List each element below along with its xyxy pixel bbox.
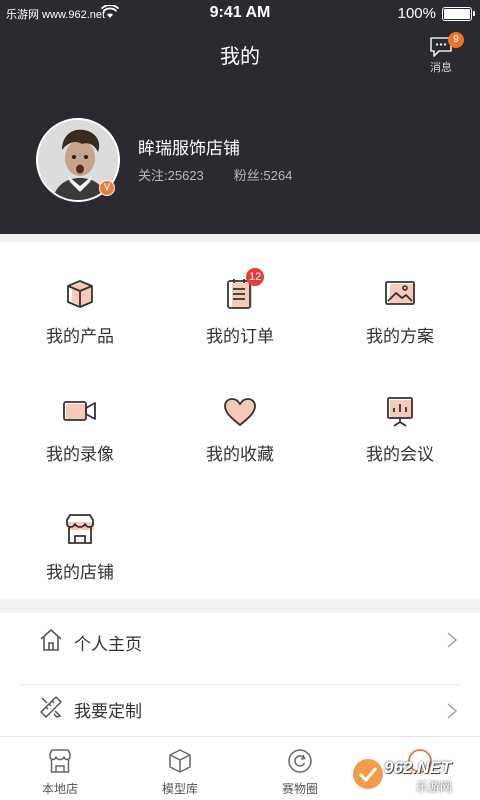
messages-label: 消息 xyxy=(430,62,452,74)
image-icon xyxy=(385,281,415,305)
cube-icon xyxy=(169,749,191,773)
follow-label: 关注: xyxy=(138,168,168,183)
grid-label-meetings: 我的会议 xyxy=(366,445,434,464)
shop-name: 眸瑞服饰店铺 xyxy=(138,139,240,158)
messages-button[interactable]: 消息 9 xyxy=(424,32,464,76)
presentation-board-icon xyxy=(387,397,413,427)
watermark-logo xyxy=(353,759,383,789)
list-divider xyxy=(20,684,460,685)
message-count-badge: 9 xyxy=(448,32,464,48)
section-divider xyxy=(0,234,480,242)
grid-label-recordings: 我的录像 xyxy=(46,445,114,464)
store-icon xyxy=(49,749,71,773)
feature-grid: 我的产品 12 我的订单 我的方案 我的录像 我的收藏 我的会议 我的店铺 xyxy=(0,242,480,599)
home-icon xyxy=(40,629,62,651)
tab-label-local-store: 本地店 xyxy=(41,782,78,796)
follow-stats: 关注:25623 粉丝:5264 xyxy=(138,165,292,184)
ruler-pencil-icon xyxy=(40,696,62,718)
profile-header: 乐游网 www.962.net 9:41 AM 100% 我的 消息 9 V 眸… xyxy=(0,0,480,234)
grid-label-orders: 我的订单 xyxy=(206,327,274,346)
store-icon xyxy=(66,514,94,544)
tab-label-model-library: 模型库 xyxy=(161,782,198,796)
verified-badge: V xyxy=(99,180,115,196)
tab-model-library[interactable]: 模型库 xyxy=(120,737,240,800)
tab-circle[interactable]: 赛物圈 xyxy=(240,737,360,800)
fans-label: 粉丝: xyxy=(233,168,264,183)
battery-percent: 100% xyxy=(397,5,436,22)
site-watermark: 962.NET 乐游网 xyxy=(348,754,476,796)
grid-item-orders[interactable]: 12 我的订单 xyxy=(160,242,320,352)
list-item-customize[interactable]: 我要定制 xyxy=(0,680,480,736)
grid-item-store[interactable]: 我的店铺 xyxy=(0,478,160,588)
chevron-right-icon xyxy=(447,632,458,648)
list-label-customize: 我要定制 xyxy=(74,702,142,721)
grid-label-store: 我的店铺 xyxy=(46,563,114,582)
refresh-circle-icon xyxy=(288,749,312,773)
grid-label-products: 我的产品 xyxy=(46,327,114,346)
watermark-subtext: 乐游网 xyxy=(416,780,453,794)
section-divider xyxy=(0,599,480,613)
grid-item-favorites[interactable]: 我的收藏 xyxy=(160,360,320,470)
grid-label-favorites: 我的收藏 xyxy=(206,445,274,464)
grid-item-products[interactable]: 我的产品 xyxy=(0,242,160,352)
page-title: 我的 xyxy=(220,46,260,68)
list-item-homepage[interactable]: 个人主页 xyxy=(0,613,480,669)
box-icon xyxy=(67,280,93,308)
follow-count[interactable]: 25623 xyxy=(168,168,204,183)
battery-icon xyxy=(442,7,475,21)
tab-label-circle: 赛物圈 xyxy=(281,782,318,796)
video-camera-icon xyxy=(63,401,96,421)
order-count-badge: 12 xyxy=(246,268,265,286)
status-bar: 乐游网 www.962.net 9:41 AM 100% xyxy=(0,0,480,28)
chevron-right-icon xyxy=(447,703,458,719)
watermark-text: 962.NET xyxy=(384,758,452,777)
fans-count[interactable]: 5264 xyxy=(263,168,292,183)
grid-item-meetings[interactable]: 我的会议 xyxy=(320,360,480,470)
list-label-homepage: 个人主页 xyxy=(74,635,142,654)
tab-local-store[interactable]: 本地店 xyxy=(0,737,120,800)
bottom-tab-bar: 本地店 模型库 赛物圈 962.NET 乐游网 xyxy=(0,736,480,800)
grid-label-plans: 我的方案 xyxy=(366,327,434,346)
heart-icon xyxy=(224,398,256,426)
grid-item-recordings[interactable]: 我的录像 xyxy=(0,360,160,470)
grid-item-plans[interactable]: 我的方案 xyxy=(320,242,480,352)
